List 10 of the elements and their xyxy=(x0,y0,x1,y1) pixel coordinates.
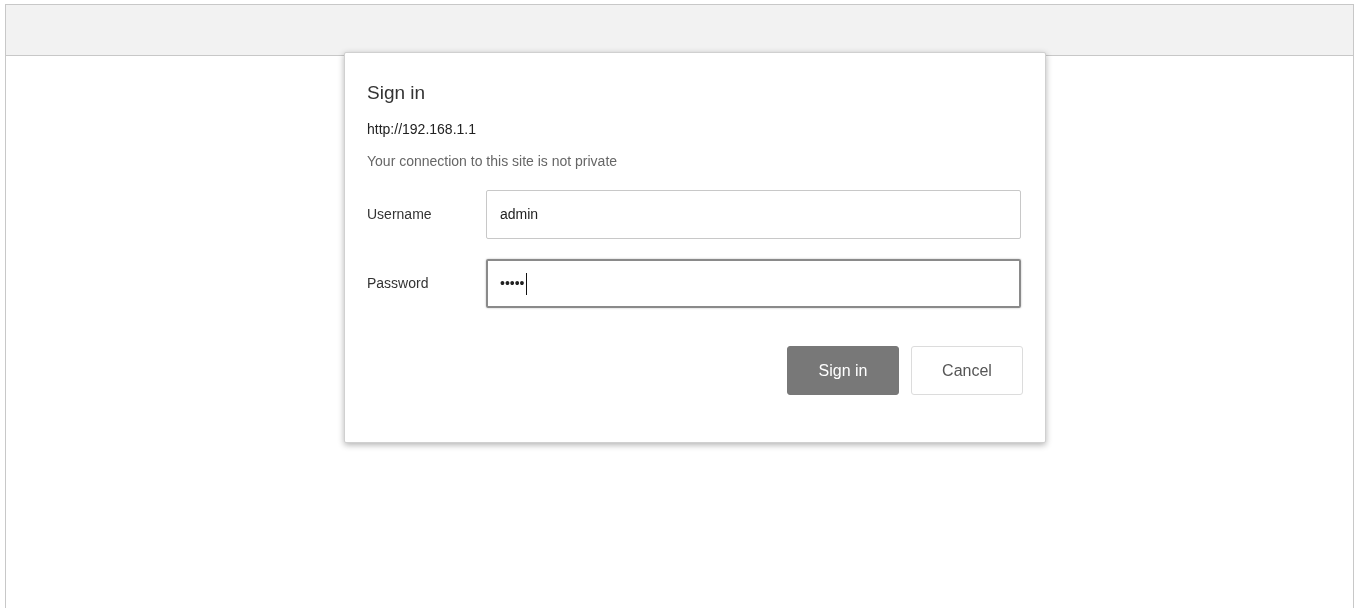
text-cursor xyxy=(525,272,527,295)
input-field[interactable]: ••••• xyxy=(486,259,1021,308)
dialog-title: Sign in xyxy=(367,81,427,105)
input-field[interactable]: admin xyxy=(486,190,1021,239)
field-label: Password xyxy=(367,274,430,293)
cancel-button[interactable]: Cancel xyxy=(911,346,1023,395)
privacy-warning: Your connection to this site is not private xyxy=(367,152,619,170)
site-url: http://192.168.1.1 xyxy=(367,120,477,138)
field-label: Username xyxy=(367,205,433,224)
sign-in-button[interactable]: Sign in xyxy=(787,346,899,395)
